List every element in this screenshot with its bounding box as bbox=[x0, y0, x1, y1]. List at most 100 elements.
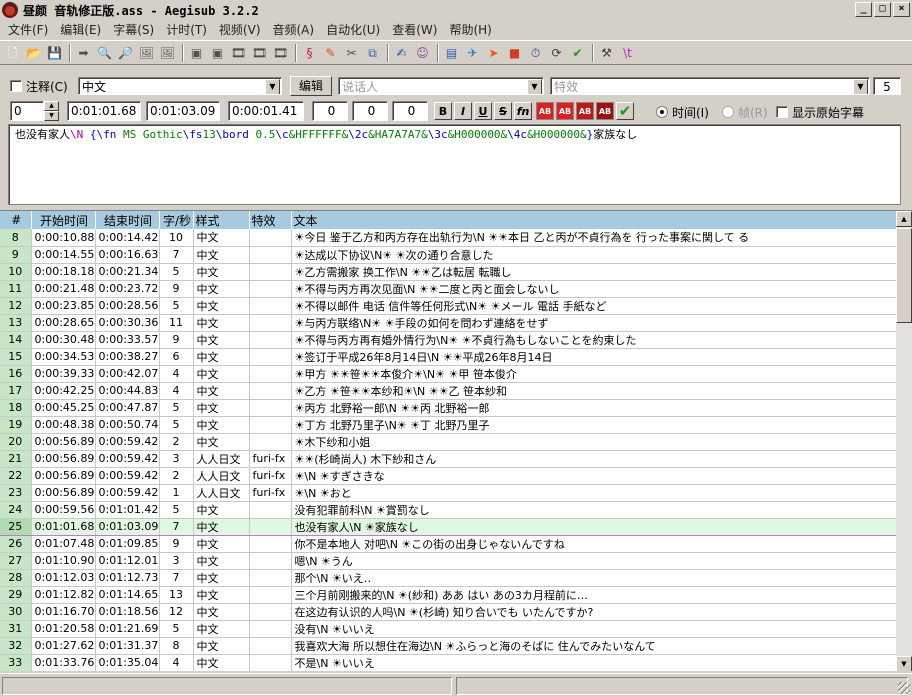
underline-button[interactable]: U bbox=[474, 102, 492, 120]
menu-item-8[interactable]: 帮助(H) bbox=[443, 21, 497, 38]
menu-item-5[interactable]: 音频(A) bbox=[267, 21, 321, 38]
table-row[interactable]: 15 0:00:34.53 0:00:38.27 6 中文 ☀签订于平成26年8月14日\… bbox=[0, 348, 897, 366]
comment-toggle[interactable]: 注释(C) bbox=[10, 77, 68, 95]
effect-combo[interactable]: 特效 ▼ bbox=[550, 77, 870, 95]
pen-icon[interactable]: ✎ bbox=[321, 43, 340, 62]
film-icon[interactable]: 🎞 bbox=[271, 43, 290, 62]
timing-icon[interactable]: ▤ bbox=[442, 43, 461, 62]
menu-item-7[interactable]: 查看(W) bbox=[386, 21, 443, 38]
table-row[interactable]: 33 0:01:33.76 0:01:35.04 4 中文 不是\N ☀いいえ bbox=[0, 654, 897, 671]
menu-item-4[interactable]: 视频(V) bbox=[213, 21, 267, 38]
tag-icon[interactable]: \t bbox=[618, 43, 637, 62]
attachment-icon[interactable]: ✂ bbox=[342, 43, 361, 62]
menu-item-3[interactable]: 计时(T) bbox=[160, 21, 213, 38]
spellcheck-icon[interactable]: ✔ bbox=[568, 43, 587, 62]
table-row[interactable]: 25 0:01:01.68 0:01:03.09 7 中文 也没有家人\N ☀家族なし bbox=[0, 517, 897, 536]
app-icon[interactable] bbox=[2, 2, 18, 18]
resize-grip-icon[interactable] bbox=[898, 682, 910, 694]
start-time-field[interactable]: 0:01:01.68 bbox=[67, 101, 141, 121]
close-button[interactable]: × bbox=[893, 2, 910, 17]
layer-spin[interactable]: 0 bbox=[10, 101, 44, 121]
table-row[interactable]: 18 0:00:45.25 0:00:47.87 5 中文 ☀丙方 北野裕一郎\N ☀☀丙… bbox=[0, 399, 897, 417]
duration-field[interactable]: 0:00:01.41 bbox=[228, 101, 304, 121]
menu-item-6[interactable]: 自动化(U) bbox=[320, 21, 386, 38]
table-row[interactable]: 21 0:00:56.89 0:00:59.42 3 人人日文 furi-fx ☀☀(杉崎尚… bbox=[0, 450, 897, 468]
hammer-icon[interactable]: ⚒ bbox=[597, 43, 616, 62]
commit-icon[interactable]: ✔ bbox=[616, 102, 634, 120]
bold-button[interactable]: B bbox=[434, 102, 452, 120]
col-effect-header[interactable]: 特效 bbox=[249, 211, 292, 229]
color-4-button[interactable]: AB bbox=[596, 102, 614, 120]
table-row[interactable]: 30 0:01:16.70 0:01:18.56 12 中文 在这边有认识的人吗\N ☀(… bbox=[0, 603, 897, 621]
scroll-thumb[interactable] bbox=[896, 228, 912, 323]
translation-icon[interactable]: ✍ bbox=[392, 43, 411, 62]
resample-icon[interactable]: ⟳ bbox=[547, 43, 566, 62]
open-folder-icon[interactable]: 📂 bbox=[24, 43, 43, 62]
edit-style-button[interactable]: 编辑 bbox=[290, 76, 332, 96]
table-row[interactable]: 27 0:01:10.90 0:01:12.01 3 中文 嗯\N ☀うん bbox=[0, 552, 897, 570]
margin-left-field[interactable]: 0 bbox=[312, 101, 348, 121]
col-end-header[interactable]: 结束时间 bbox=[95, 211, 160, 229]
shift-times-icon[interactable]: ✈ bbox=[463, 43, 482, 62]
italic-button[interactable]: I bbox=[454, 102, 472, 120]
table-row[interactable]: 23 0:00:56.89 0:00:59.42 1 人人日文 furi-fx ☀\N ☀お… bbox=[0, 484, 897, 502]
table-row[interactable]: 14 0:00:30.48 0:00:33.57 9 中文 ☀不得与丙方再有婚外情行为\N… bbox=[0, 331, 897, 349]
table-row[interactable]: 8 0:00:10.88 0:00:14.42 10 中文 ☀今日 鉴于乙方和丙方存在出轨… bbox=[0, 229, 897, 247]
film-icon[interactable]: 🎞 bbox=[229, 43, 248, 62]
color-1-button[interactable]: AB bbox=[536, 102, 554, 120]
time-mode-radio[interactable]: 时间(I) bbox=[656, 103, 709, 121]
save-icon[interactable]: 💾 bbox=[45, 43, 64, 62]
scroll-down-icon[interactable]: ▼ bbox=[896, 656, 912, 671]
table-row[interactable]: 17 0:00:42.25 0:00:44.83 4 中文 ☀乙方 ☀笹☀☀本纱和☀\N … bbox=[0, 382, 897, 400]
table-row[interactable]: 11 0:00:21.48 0:00:23.72 9 中文 ☀不得与丙方再次见面\N ☀☀… bbox=[0, 280, 897, 298]
zoom-in-icon[interactable]: 🔍 bbox=[95, 43, 114, 62]
new-file-icon[interactable]: 🗋 bbox=[3, 43, 22, 62]
end-time-field[interactable]: 0:01:03.09 bbox=[146, 101, 220, 121]
col-start-header[interactable]: 开始时间 bbox=[31, 211, 96, 229]
maximize-button[interactable]: □ bbox=[874, 2, 891, 17]
minimize-button[interactable]: _ bbox=[855, 2, 872, 17]
subtitle-text-editor[interactable]: 也没有家人\N {\fn MS Gothic\fs13\bord 0.5\c&H… bbox=[8, 124, 901, 205]
table-row[interactable]: 31 0:01:20.58 0:01:21.69 5 中文 没有\N ☀いいえ bbox=[0, 620, 897, 638]
video-tool-icon[interactable]: ▣ bbox=[187, 43, 206, 62]
style-select[interactable]: 中文 ▼ bbox=[78, 77, 282, 95]
table-row[interactable]: 24 0:00:59.56 0:01:01.42 5 中文 没有犯罪前科\N ☀賞罰なし bbox=[0, 501, 897, 519]
strikeout-button[interactable]: S bbox=[494, 102, 512, 120]
table-row[interactable]: 12 0:00:23.85 0:00:28.56 5 中文 ☀不得以邮件 电话 信件等任何… bbox=[0, 297, 897, 315]
table-row[interactable]: 22 0:00:56.89 0:00:59.42 2 人人日文 furi-fx ☀\N ☀す… bbox=[0, 467, 897, 485]
styles-icon[interactable]: § bbox=[300, 43, 319, 62]
chevron-down-icon[interactable]: ▼ bbox=[527, 79, 542, 94]
table-row[interactable]: 28 0:01:12.03 0:01:12.73 7 中文 那个\N ☀いえ‥ bbox=[0, 569, 897, 587]
table-row[interactable]: 26 0:01:07.48 0:01:09.85 9 中文 你不是本地人 对吧\N ☀この… bbox=[0, 535, 897, 553]
color-2-button[interactable]: AB bbox=[556, 102, 574, 120]
margin-vertical-field[interactable]: 0 bbox=[392, 101, 428, 121]
zoom-out-icon[interactable]: 🔎 bbox=[116, 43, 135, 62]
margin-right-field[interactable]: 0 bbox=[352, 101, 388, 121]
table-row[interactable]: 16 0:00:39.33 0:00:42.07 4 中文 ☀甲方 ☀☀笹☀☀本俊介☀\N… bbox=[0, 365, 897, 383]
table-row[interactable]: 19 0:00:48.38 0:00:50.74 5 中文 ☀丁方 北野乃里子\N☀ ☀丁… bbox=[0, 416, 897, 434]
actor-combo[interactable]: 说话人 ▼ bbox=[338, 77, 544, 95]
show-original-checkbox[interactable] bbox=[776, 106, 788, 118]
color-3-button[interactable]: AB bbox=[576, 102, 594, 120]
clock-icon[interactable]: ⏱ bbox=[526, 43, 545, 62]
snapshot-icon[interactable]: 🖼 bbox=[137, 43, 156, 62]
video-tool-icon[interactable]: ▣ bbox=[208, 43, 227, 62]
table-row[interactable]: 10 0:00:18.18 0:00:21.34 5 中文 ☀乙方需搬家 换工作\N ☀☀… bbox=[0, 263, 897, 281]
menu-item-0[interactable]: 文件(F) bbox=[2, 21, 54, 38]
frame-mode-radio[interactable]: 帧(R) bbox=[722, 103, 768, 121]
time-radio-button[interactable] bbox=[656, 106, 668, 118]
karaoke-icon[interactable]: ☺ bbox=[413, 43, 432, 62]
chevron-down-icon[interactable]: ▼ bbox=[853, 79, 868, 94]
col-style-header[interactable]: 样式 bbox=[193, 211, 250, 229]
font-button[interactable]: fn bbox=[514, 102, 532, 120]
table-row[interactable]: 29 0:01:12.82 0:01:14.65 13 中文 三个月前刚搬来的\N ☀(紗… bbox=[0, 586, 897, 604]
scroll-up-icon[interactable]: ▲ bbox=[896, 211, 912, 227]
col-number-header[interactable]: # bbox=[0, 211, 32, 229]
col-text-header[interactable]: 文本 bbox=[291, 211, 897, 229]
snapshot-copy-icon[interactable]: 🖼 bbox=[158, 43, 177, 62]
table-row[interactable]: 9 0:00:14.55 0:00:16.63 7 中文 ☀达成以下协议\N☀ ☀次の通り… bbox=[0, 246, 897, 264]
spin-down-icon[interactable]: ▼ bbox=[44, 111, 59, 121]
frame-radio-button[interactable] bbox=[722, 106, 734, 118]
arrow-icon[interactable]: ➤ bbox=[484, 43, 503, 62]
menu-item-2[interactable]: 字幕(S) bbox=[107, 21, 160, 38]
